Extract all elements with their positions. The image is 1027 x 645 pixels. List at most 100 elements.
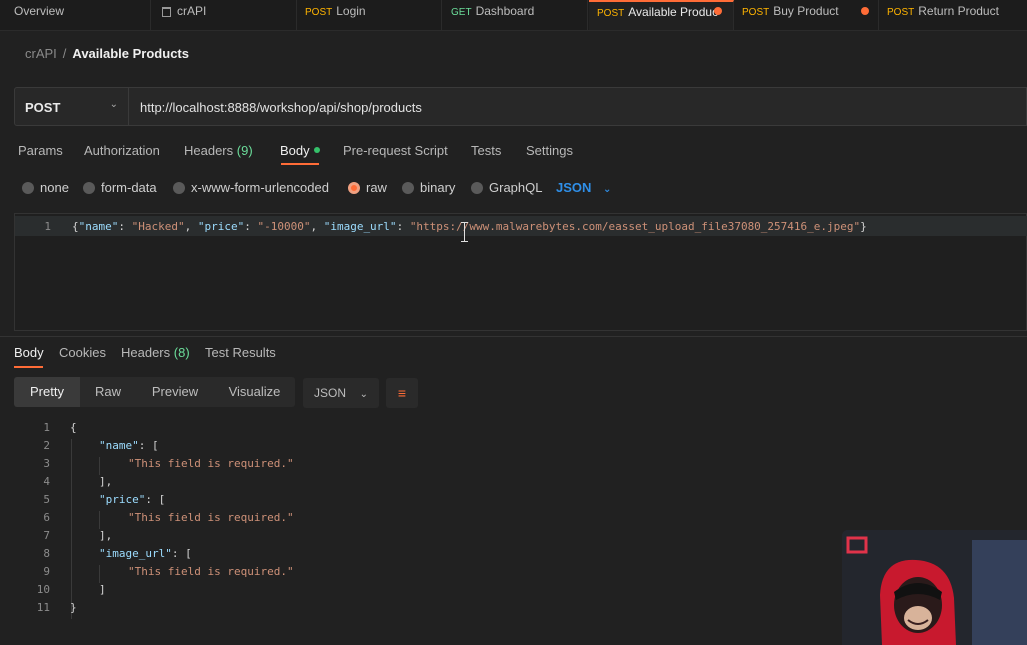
view-visualize-button[interactable]: Visualize [214,377,295,407]
response-format-select[interactable]: JSON ⌄ [303,378,379,408]
code-text: "image_url": [ [99,547,192,560]
line-number: 2 [43,439,50,452]
tab-label: Pre-request Script [343,143,448,158]
line-number: 7 [43,529,50,542]
response-tab-body[interactable]: Body [14,345,44,360]
code-line: 1 { [0,421,840,439]
view-pretty-button[interactable]: Pretty [14,377,80,407]
tab-label: Buy Product [773,4,839,18]
code-text: } [70,601,77,614]
method-badge: POST [887,7,915,18]
webcam-overlay [842,530,1027,645]
radio-circle-icon [173,181,185,194]
tab-label: Headers [184,143,234,158]
tab-headers[interactable]: Headers (9) [184,143,253,158]
code-line: 5 "price": [ [0,493,840,511]
radio-label: x-www-form-urlencoded [191,180,329,195]
radio-raw[interactable]: raw [348,180,387,195]
method-badge: POST [597,8,625,19]
code-text: { [70,421,77,434]
wrap-lines-button[interactable]: ≡ [386,378,418,408]
pane-divider[interactable] [0,336,1027,337]
trash-icon [162,6,171,17]
code-text: ], [99,529,113,542]
tab-label: Overview [14,4,65,18]
tab-body[interactable]: Body [280,143,320,158]
code-text: "This field is required." [128,511,294,524]
method-label: POST [25,100,61,115]
radio-label: binary [420,180,456,195]
radio-circle-icon [83,181,95,194]
tab-params[interactable]: Params [18,143,63,158]
unsaved-dot-icon [714,7,722,15]
tab-label: Settings [526,143,573,158]
radio-form-data[interactable]: form-data [83,180,157,195]
radio-label: form-data [101,180,157,195]
radio-selected-icon [348,181,360,194]
line-number: 1 [44,220,51,233]
line-number: 6 [43,511,50,524]
tab-overview[interactable]: Overview [6,0,151,30]
tab-label: Cookies [59,345,106,360]
code-text: "This field is required." [128,457,294,470]
line-number: 10 [36,583,50,596]
tab-return-product[interactable]: POST Return Product [879,0,1027,30]
view-preview-button[interactable]: Preview [136,377,214,407]
radio-label: GraphQL [489,180,543,195]
chevron-down-icon: ⌄ [109,99,118,110]
tab-label: Dashboard [475,4,535,18]
unsaved-dot-icon [861,7,869,15]
request-tab-bar: Overview crAPI POST Login GET Dashboard PO… [0,0,1027,31]
language-select[interactable]: JSON ⌄ [556,180,611,195]
url-input[interactable]: http://localhost:8888/workshop/api/shop/… [129,87,1027,126]
method-select[interactable]: POST ⌄ [14,87,129,126]
line-number: 5 [43,493,50,506]
tab-settings[interactable]: Settings [526,143,573,158]
tab-label: Authorization [84,143,160,158]
radio-binary[interactable]: binary [402,180,455,195]
tab-crapi[interactable]: crAPI [152,0,297,30]
response-tab-headers[interactable]: Headers (8) [121,345,190,360]
chevron-down-icon: ⌄ [603,184,612,195]
response-tab-test-results[interactable]: Test Results [205,345,276,360]
tab-label: Login [336,4,366,18]
response-tab-cookies[interactable]: Cookies [59,345,106,360]
headers-count: (8) [173,345,190,360]
code-text: ], [99,475,113,488]
tab-label: Test Results [205,345,276,360]
code-content: {"name": "Hacked", "price": "-10000", "i… [72,220,867,233]
code-line: 8 "image_url": [ [0,547,840,565]
page-title[interactable]: Available Products [72,46,189,61]
tab-label: crAPI [177,4,207,18]
text-cursor-icon [460,222,469,242]
language-label: JSON [556,180,592,195]
code-line: 6 "This field is required." [0,511,840,529]
radio-graphql[interactable]: GraphQL [471,180,542,195]
tab-login[interactable]: POST Login [297,0,442,30]
line-number: 4 [43,475,50,488]
tab-pre-request-script[interactable]: Pre-request Script [343,143,448,158]
tab-available-products[interactable]: POST Available Produc [589,0,734,30]
response-body-viewer[interactable]: 1 { 2 "name": [ 3 "This field is require… [0,421,840,621]
tab-dashboard[interactable]: GET Dashboard [443,0,588,30]
tab-buy-product[interactable]: POST Buy Product [734,0,879,30]
line-number: 1 [43,421,50,434]
radio-none[interactable]: none [22,180,69,195]
tab-authorization[interactable]: Authorization [84,143,160,158]
method-badge: POST [742,7,770,18]
code-line: 7 ], [0,529,840,547]
format-label: JSON [313,386,346,400]
code-line: 4 ], [0,475,840,493]
view-raw-button[interactable]: Raw [80,377,136,407]
code-text: ] [99,583,106,596]
code-line: 3 "This field is required." [0,457,840,475]
tab-tests[interactable]: Tests [471,143,501,158]
headers-count: (9) [236,143,253,158]
tab-label: Tests [471,143,502,158]
code-line: 11 } [0,601,840,619]
radio-x-www-form-urlencoded[interactable]: x-www-form-urlencoded [173,180,329,195]
tab-label: Body [280,143,310,158]
code-line: 9 "This field is required." [0,565,840,583]
breadcrumb-collection[interactable]: crAPI [25,46,57,61]
line-number: 9 [43,565,50,578]
